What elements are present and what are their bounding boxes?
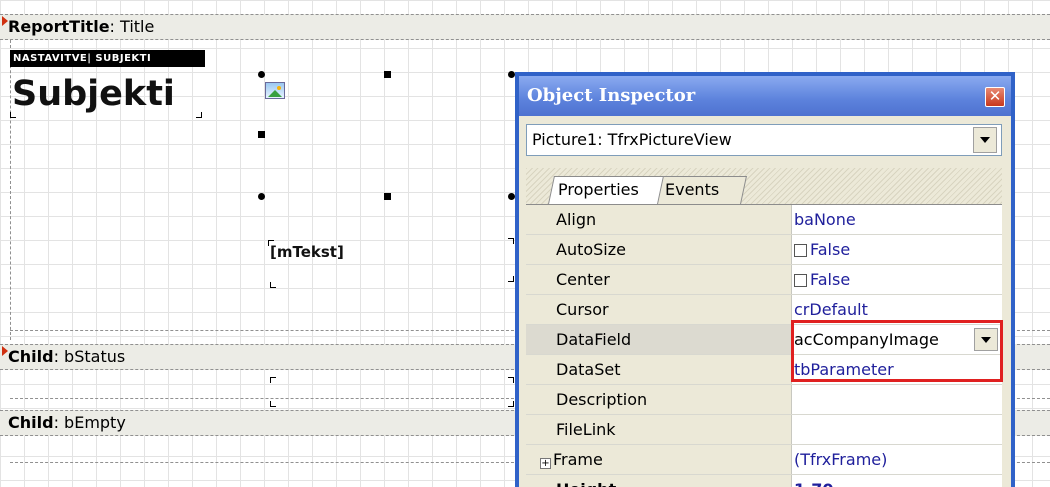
property-name: DataSet [526, 355, 792, 384]
property-value[interactable]: (TfrxFrame) [794, 445, 1002, 474]
selection-corner [270, 377, 276, 383]
selection-corner [508, 377, 514, 383]
highlight-box [791, 320, 1003, 382]
property-name: AutoSize [526, 235, 792, 264]
band-marker-icon [2, 16, 8, 26]
property-value[interactable]: 1,70 [794, 475, 1002, 487]
selection-corner [270, 401, 276, 407]
band-report-title[interactable]: ReportTitle: Title [0, 14, 1050, 40]
inspector-title: Object Inspector [527, 85, 696, 106]
selection-corner [508, 401, 514, 407]
property-value[interactable] [794, 415, 1002, 444]
property-name: FileLink [526, 415, 792, 444]
checkbox[interactable] [794, 274, 807, 287]
chevron-down-icon[interactable] [973, 127, 997, 153]
property-value: False [810, 270, 851, 289]
property-row-center[interactable]: Center False [526, 265, 1002, 295]
resize-handle[interactable] [384, 71, 391, 78]
resize-handle[interactable] [258, 131, 265, 138]
property-value: False [810, 240, 851, 259]
selection-corner [10, 112, 16, 118]
resize-handle[interactable] [258, 193, 265, 200]
band-marker-icon [2, 346, 8, 356]
checkbox[interactable] [794, 244, 807, 257]
property-row-autosize[interactable]: AutoSize False [526, 235, 1002, 265]
band-name: bEmpty [64, 413, 126, 432]
picture-icon[interactable] [265, 82, 285, 99]
property-name: DataField [526, 325, 792, 354]
inspector-tabs: Properties Events [526, 168, 1002, 204]
band-type: Child [8, 347, 54, 366]
resize-handle[interactable] [258, 71, 265, 78]
property-row-filelink[interactable]: FileLink [526, 415, 1002, 445]
object-inspector-window[interactable]: Object Inspector ✕ Picture1: TfrxPicture… [515, 72, 1015, 487]
close-icon[interactable]: ✕ [985, 87, 1005, 107]
selection-corner [508, 276, 514, 282]
selection-corner [508, 238, 514, 244]
property-row-description[interactable]: Description [526, 385, 1002, 415]
property-row-height[interactable]: Height 1,70 [526, 475, 1002, 487]
property-name: Frame [553, 450, 603, 469]
header-banner[interactable]: NASTAVITVE| SUBJEKTI [10, 50, 205, 67]
property-value[interactable] [794, 385, 1002, 414]
tab-events[interactable]: Events [655, 176, 747, 204]
selection-corner [270, 282, 276, 288]
resize-handle[interactable] [508, 71, 515, 78]
band-type: ReportTitle [8, 17, 110, 36]
property-row-align[interactable]: Align baNone [526, 205, 1002, 235]
inspector-titlebar[interactable]: Object Inspector ✕ [519, 76, 1011, 116]
plus-box-icon[interactable]: + [540, 458, 551, 469]
tab-properties[interactable]: Properties [548, 176, 664, 204]
selection-corner [196, 112, 202, 118]
property-value[interactable]: baNone [794, 205, 1002, 234]
resize-handle[interactable] [508, 193, 515, 200]
property-name: Center [526, 265, 792, 294]
property-row-frame[interactable]: + Frame (TfrxFrame) [526, 445, 1002, 475]
object-selector-value: Picture1: TfrxPictureView [532, 130, 732, 149]
report-heading[interactable]: Subjekti [12, 74, 175, 114]
band-name: bStatus [64, 347, 126, 366]
band-name: Title [120, 17, 155, 36]
object-selector-dropdown[interactable]: Picture1: TfrxPictureView [526, 124, 1002, 156]
property-name: Cursor [526, 295, 792, 324]
resize-handle[interactable] [384, 193, 391, 200]
memo-mtekst[interactable]: [mTekst] [270, 243, 344, 261]
band-type: Child [8, 413, 54, 432]
property-name: Height [526, 475, 792, 487]
property-name: Align [526, 205, 792, 234]
band-left-edge [10, 40, 11, 340]
property-name: Description [526, 385, 792, 414]
